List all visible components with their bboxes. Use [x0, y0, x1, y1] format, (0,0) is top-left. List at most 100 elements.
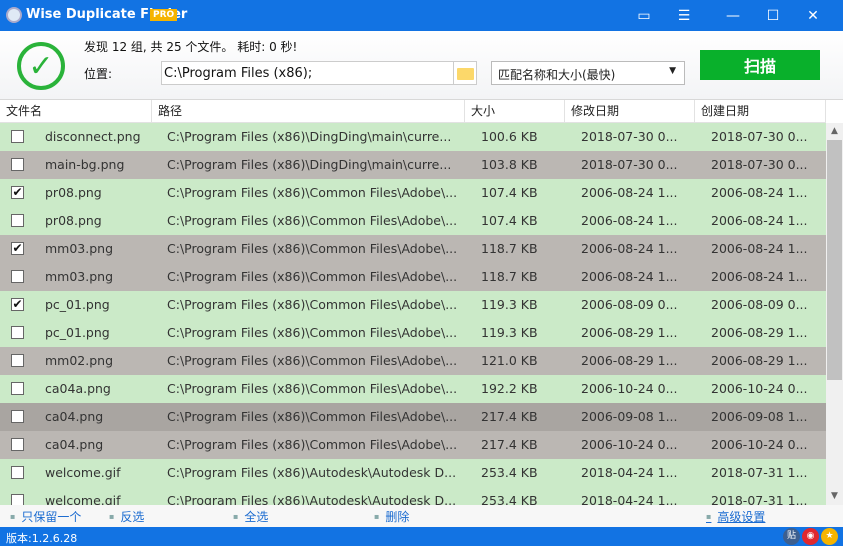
file-name: mm02.png — [45, 353, 114, 368]
folder-icon — [457, 68, 474, 80]
table-header: 文件名 路径 大小 修改日期 创建日期 — [0, 100, 826, 123]
scroll-down-icon[interactable]: ▼ — [826, 488, 843, 505]
column-created[interactable]: 创建日期 — [695, 100, 826, 123]
favorite-star-icon[interactable]: ★ — [821, 528, 838, 545]
advanced-settings-link[interactable]: 高级设置 — [706, 508, 765, 525]
match-mode-select[interactable]: 匹配名称和大小(最快) ▼ — [491, 61, 685, 85]
file-path: C:\Program Files (x86)\Common Files\Adob… — [167, 409, 458, 424]
table-row[interactable]: welcome.gif C:\Program Files (x86)\Autod… — [0, 459, 826, 487]
row-checkbox[interactable] — [11, 466, 24, 479]
weibo-icon[interactable]: ◉ — [802, 528, 819, 545]
row-checkbox[interactable] — [11, 410, 24, 423]
file-name: pc_01.png — [45, 297, 110, 312]
row-checkbox[interactable] — [11, 326, 24, 339]
file-name: pc_01.png — [45, 325, 110, 340]
table-row[interactable]: pr08.png C:\Program Files (x86)\Common F… — [0, 207, 826, 235]
check-logo-icon: ✓ — [17, 42, 65, 90]
table-row[interactable]: disconnect.png C:\Program Files (x86)\Di… — [0, 123, 826, 151]
file-size: 119.3 KB — [481, 297, 538, 312]
modified-date: 2018-07-30 0... — [581, 157, 678, 172]
file-path: C:\Program Files (x86)\Common Files\Adob… — [167, 241, 458, 256]
row-checkbox[interactable]: ✔ — [11, 298, 24, 311]
file-name: mm03.png — [45, 269, 114, 284]
delete-link[interactable]: 删除 — [374, 508, 409, 525]
file-path: C:\Program Files (x86)\Common Files\Adob… — [167, 297, 458, 312]
file-size: 107.4 KB — [481, 185, 538, 200]
row-checkbox[interactable] — [11, 130, 24, 143]
modified-date: 2006-08-29 1... — [581, 325, 678, 340]
column-filename[interactable]: 文件名 — [0, 100, 152, 123]
table-row[interactable]: ✔ pr08.png C:\Program Files (x86)\Common… — [0, 179, 826, 207]
modified-date: 2006-08-24 1... — [581, 185, 678, 200]
modified-date: 2006-08-24 1... — [581, 241, 678, 256]
file-path: C:\Program Files (x86)\DingDing\main\cur… — [167, 129, 452, 144]
close-button[interactable]: ✕ — [793, 0, 833, 31]
row-checkbox[interactable] — [11, 382, 24, 395]
table-row[interactable]: ca04.png C:\Program Files (x86)\Common F… — [0, 431, 826, 459]
table-row[interactable]: ca04a.png C:\Program Files (x86)\Common … — [0, 375, 826, 403]
created-date: 2006-08-24 1... — [711, 213, 808, 228]
maximize-button[interactable]: ☐ — [753, 0, 793, 31]
row-checkbox[interactable]: ✔ — [11, 186, 24, 199]
table-row[interactable]: main-bg.png C:\Program Files (x86)\DingD… — [0, 151, 826, 179]
row-checkbox[interactable] — [11, 214, 24, 227]
row-checkbox[interactable] — [11, 354, 24, 367]
file-size: 119.3 KB — [481, 325, 538, 340]
file-name: welcome.gif — [45, 493, 121, 505]
file-name: mm03.png — [45, 241, 114, 256]
created-date: 2006-08-09 0... — [711, 297, 808, 312]
table-row[interactable]: pc_01.png C:\Program Files (x86)\Common … — [0, 319, 826, 347]
feedback-icon[interactable]: ▭ — [624, 0, 664, 31]
table-row[interactable]: ✔ pc_01.png C:\Program Files (x86)\Commo… — [0, 291, 826, 319]
match-mode-value: 匹配名称和大小(最快) — [498, 68, 616, 82]
column-size[interactable]: 大小 — [465, 100, 565, 123]
browse-folder-button[interactable] — [453, 61, 477, 85]
file-name: ca04.png — [45, 437, 104, 452]
file-path: C:\Program Files (x86)\Common Files\Adob… — [167, 353, 458, 368]
row-checkbox[interactable] — [11, 270, 24, 283]
keep-one-link[interactable]: 只保留一个 — [10, 508, 81, 525]
column-path[interactable]: 路径 — [152, 100, 465, 123]
column-modified[interactable]: 修改日期 — [565, 100, 695, 123]
file-size: 100.6 KB — [481, 129, 538, 144]
row-checkbox[interactable] — [11, 494, 24, 505]
file-name: main-bg.png — [45, 157, 125, 172]
tieba-icon[interactable]: 贴 — [783, 528, 800, 545]
table-row[interactable]: welcome.gif C:\Program Files (x86)\Autod… — [0, 487, 826, 505]
file-path: C:\Program Files (x86)\Common Files\Adob… — [167, 213, 458, 228]
modified-date: 2006-08-24 1... — [581, 269, 678, 284]
scan-button[interactable]: 扫描 — [700, 50, 820, 80]
modified-date: 2018-04-24 1... — [581, 493, 678, 505]
menu-icon[interactable]: ☰ — [664, 0, 704, 31]
created-date: 2018-07-31 1... — [711, 493, 808, 505]
file-size: 217.4 KB — [481, 409, 538, 424]
table-row[interactable]: ✔ mm03.png C:\Program Files (x86)\Common… — [0, 235, 826, 263]
select-all-link[interactable]: 全选 — [233, 508, 268, 525]
created-date: 2006-08-29 1... — [711, 353, 808, 368]
modified-date: 2006-10-24 0... — [581, 437, 678, 452]
row-checkbox[interactable] — [11, 438, 24, 451]
file-size: 253.4 KB — [481, 493, 538, 505]
minimize-button[interactable]: — — [713, 0, 753, 31]
status-bar: 版本:1.2.6.28 贴 ◉ ★ — [0, 527, 843, 546]
created-date: 2006-09-08 1... — [711, 409, 808, 424]
row-checkbox[interactable] — [11, 158, 24, 171]
file-path: C:\Program Files (x86)\Autodesk\Autodesk… — [167, 493, 457, 505]
row-checkbox[interactable]: ✔ — [11, 242, 24, 255]
table-row[interactable]: mm03.png C:\Program Files (x86)\Common F… — [0, 263, 826, 291]
invert-selection-link[interactable]: 反选 — [109, 508, 144, 525]
table-row[interactable]: ca04.png C:\Program Files (x86)\Common F… — [0, 403, 826, 431]
vertical-scrollbar[interactable]: ▲ ▼ — [826, 123, 843, 505]
modified-date: 2006-08-29 1... — [581, 353, 678, 368]
pro-badge: PRO — [150, 9, 178, 21]
file-path: C:\Program Files (x86)\DingDing\main\cur… — [167, 157, 452, 172]
scroll-up-icon[interactable]: ▲ — [826, 123, 843, 140]
file-size: 118.7 KB — [481, 269, 538, 284]
table-row[interactable]: mm02.png C:\Program Files (x86)\Common F… — [0, 347, 826, 375]
file-path: C:\Program Files (x86)\Common Files\Adob… — [167, 325, 458, 340]
modified-date: 2018-07-30 0... — [581, 129, 678, 144]
location-input[interactable] — [161, 61, 454, 85]
scroll-thumb[interactable] — [827, 140, 842, 380]
file-size: 121.0 KB — [481, 353, 538, 368]
file-size: 103.8 KB — [481, 157, 538, 172]
